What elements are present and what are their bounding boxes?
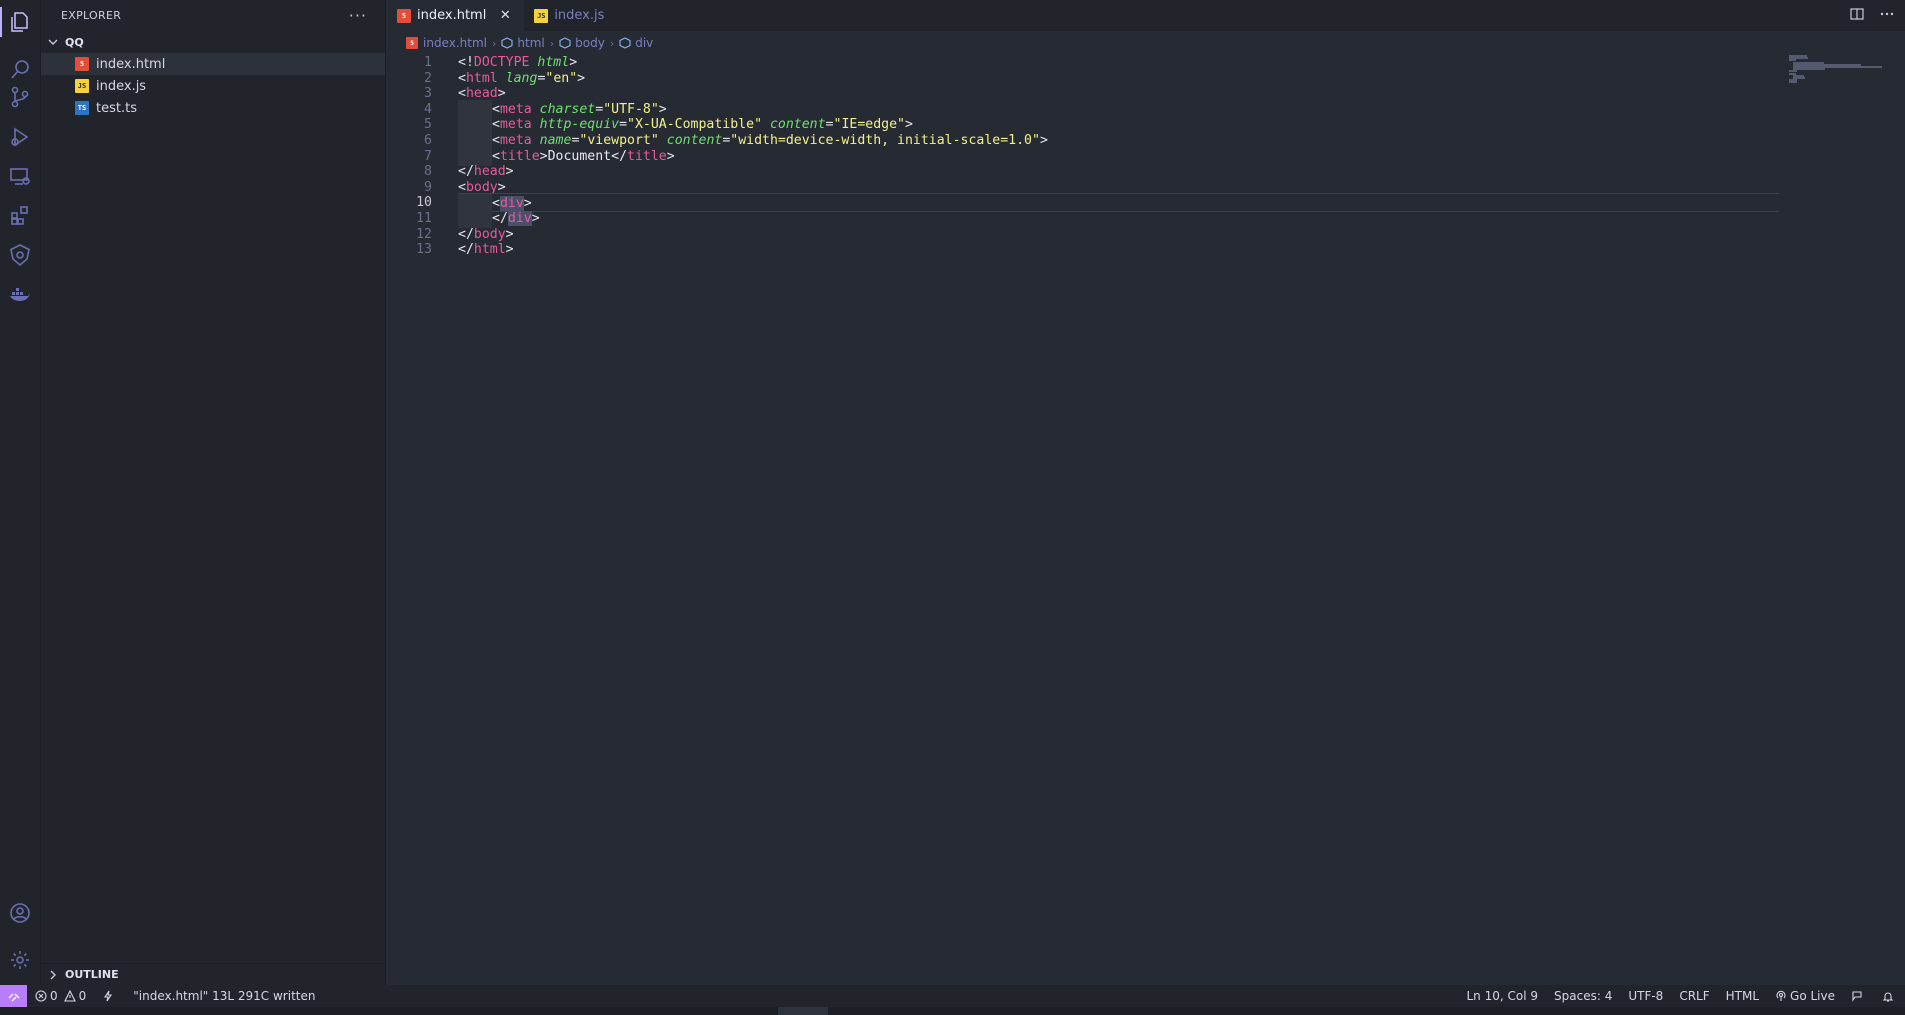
problems-indicator[interactable]: 0 0 [27,985,94,1007]
status-bar: 0 0 "index.html" 13L 291C written Ln 10,… [0,985,1905,1007]
explorer-sidebar: EXPLORER ··· QQ 5 index.html JS index.js… [41,0,386,985]
breadcrumb-label: body [575,36,605,50]
sidebar-title: EXPLORER [61,9,122,22]
file-item-index-html[interactable]: 5 index.html [41,53,385,75]
chevron-right-icon: › [491,36,497,50]
html-file-icon: 5 [406,37,418,49]
symbol-field-icon [619,37,631,49]
tab-index-js[interactable]: JS index.js [524,0,616,31]
code-token: html [473,242,506,258]
broadcast-icon [1776,990,1786,1001]
feedback-icon[interactable] [1843,985,1874,1007]
html-file-icon: 5 [75,57,89,71]
minimap-line [1793,68,1826,71]
more-actions-button[interactable]: ··· [349,6,367,25]
ts-file-icon: TS [75,101,89,115]
breadcrumb-file[interactable]: 5 index.html [406,36,487,50]
split-editor-icon[interactable] [1849,6,1865,26]
file-name: index.js [96,78,147,94]
breadcrumb-label: div [635,36,654,50]
more-actions-icon[interactable] [1879,6,1895,26]
cursor-position[interactable]: Ln 10, Col 9 [1459,985,1547,1007]
folder-name: QQ [65,35,84,49]
chevron-right-icon: › [549,36,555,50]
run-debug-icon[interactable] [5,122,35,152]
file-item-index-js[interactable]: JS index.js [41,75,385,97]
explorer-icon[interactable] [0,7,35,37]
account-icon[interactable] [5,898,35,928]
outline-section[interactable]: OUTLINE [41,963,385,985]
code-token: </ [458,242,474,258]
tab-label: index.js [554,8,605,23]
file-item-test-ts[interactable]: TS test.ts [41,97,385,119]
code-content: </html> [458,240,1779,259]
breadcrumb-html[interactable]: html [501,36,545,50]
chevron-right-icon [45,967,61,983]
warning-icon [63,990,76,1002]
line-number: 13 [416,242,432,258]
tab-label: index.html [417,8,487,23]
extensions-icon[interactable] [5,200,35,230]
breadcrumb: 5 index.html › html › body › div [387,31,1905,55]
minimap[interactable] [1785,55,1905,985]
status-message: "index.html" 13L 291C written [133,989,316,1003]
go-live-label: Go Live [1790,989,1835,1003]
search-icon[interactable] [5,55,35,85]
error-count: 0 [50,989,58,1003]
code-editor[interactable]: 1 <!DOCTYPE html> 2 <html lang="en"> 3 <head>… [387,55,1779,985]
sidebar-header: EXPLORER ··· [41,0,385,31]
error-icon [35,990,47,1002]
close-icon[interactable]: ✕ [498,8,512,23]
remote-indicator-button[interactable] [0,985,27,1007]
taskbar-strip [0,1007,1905,1015]
breadcrumb-file-label: index.html [423,36,487,50]
symbol-field-icon [559,37,571,49]
js-file-icon: JS [534,8,549,23]
chevron-right-icon: › [609,36,615,50]
settings-gear-icon[interactable] [5,945,35,975]
tab-index-html[interactable]: 5 index.html ✕ [387,0,525,31]
outline-label: OUTLINE [65,968,119,981]
docker-icon[interactable] [5,279,35,309]
code-token: > [505,242,514,258]
folder-row-qq[interactable]: QQ [41,31,385,53]
remote-explorer-icon[interactable] [5,161,35,191]
symbol-field-icon [501,37,513,49]
breadcrumb-div[interactable]: div [619,36,653,50]
html-file-icon: 5 [397,8,411,23]
code-line[interactable]: 13 </html> [387,240,1779,259]
chevron-down-icon [45,34,61,50]
indentation[interactable]: Spaces: 4 [1546,985,1620,1007]
file-name: index.html [96,56,166,72]
editor-tabbar: 5 index.html ✕ JS index.js [387,0,1905,31]
minimap-line [1789,81,1798,84]
editor-actions [1849,0,1905,31]
source-control-icon[interactable] [5,82,35,112]
notifications-bell-icon[interactable] [1874,985,1905,1007]
breadcrumb-body[interactable]: body [559,36,605,50]
kubernetes-icon[interactable] [5,240,35,270]
js-file-icon: JS [75,79,89,93]
end-of-line[interactable]: CRLF [1671,985,1717,1007]
language-mode[interactable]: HTML [1718,985,1767,1007]
lightning-icon[interactable] [94,985,125,1007]
breadcrumb-label: html [517,36,545,50]
activity-bar [0,0,41,985]
encoding[interactable]: UTF-8 [1620,985,1671,1007]
go-live-button[interactable]: Go Live [1767,985,1843,1007]
file-name: test.ts [96,100,137,116]
taskbar-handle [778,1007,828,1015]
warning-count: 0 [78,989,87,1003]
